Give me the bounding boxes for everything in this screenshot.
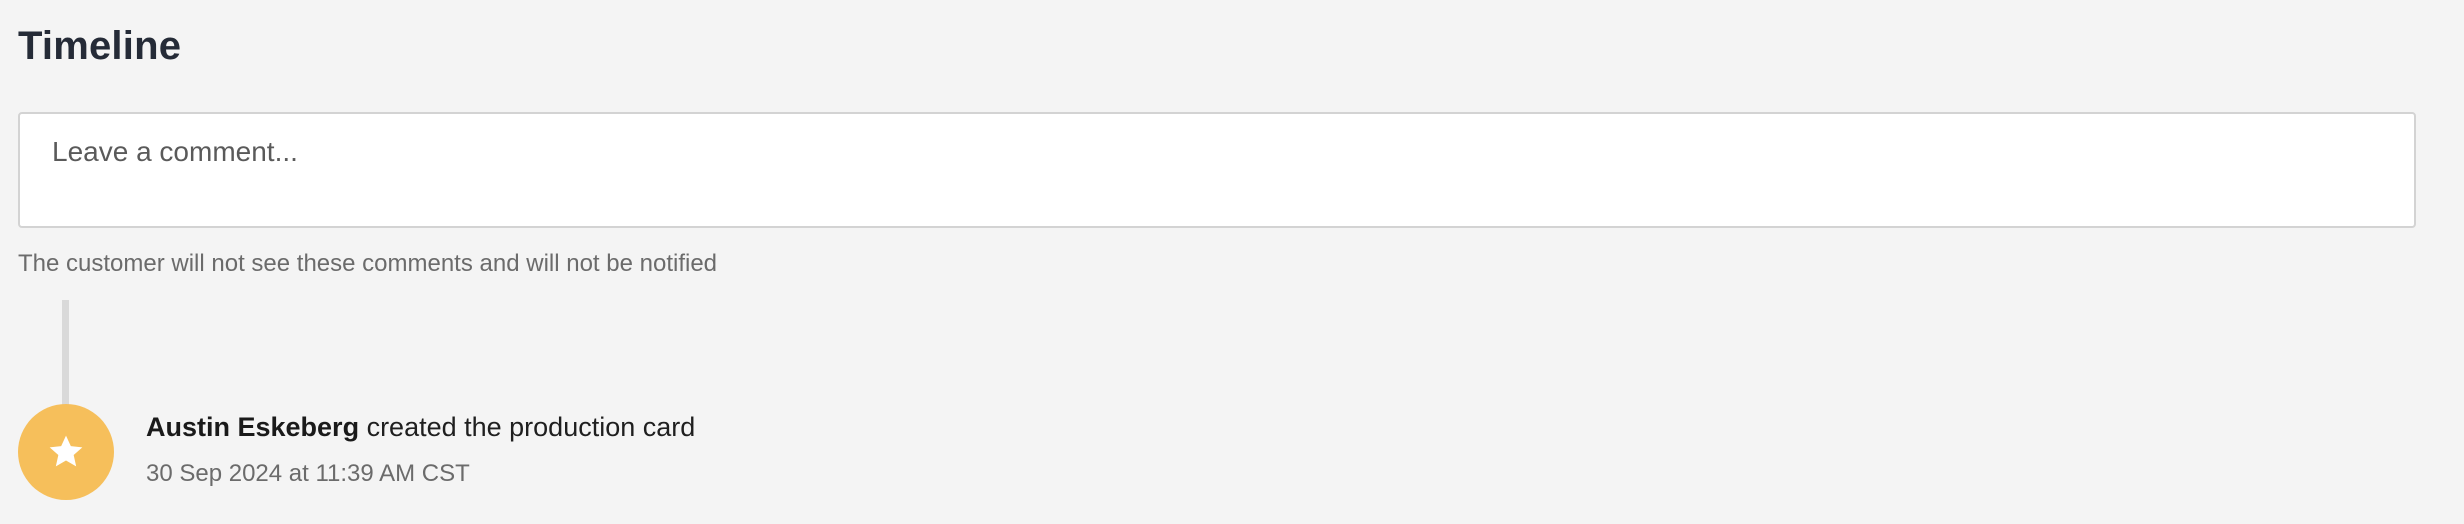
timeline-title: Timeline	[18, 24, 182, 68]
timeline-event-description: Austin Eskeberg created the production c…	[146, 412, 695, 443]
star-icon	[49, 435, 83, 467]
timeline-connector-line	[62, 300, 69, 406]
comment-input[interactable]	[20, 114, 2414, 226]
timeline-event-icon	[18, 404, 114, 500]
event-author: Austin Eskeberg	[146, 412, 360, 442]
comment-box[interactable]	[18, 112, 2416, 228]
event-timestamp: 30 Sep 2024 at 11:39 AM CST	[146, 460, 470, 487]
comment-visibility-note: The customer will not see these comments…	[18, 250, 718, 277]
event-action: created the production card	[359, 412, 696, 442]
timeline-section: Timeline The customer will not see these…	[0, 0, 2464, 524]
